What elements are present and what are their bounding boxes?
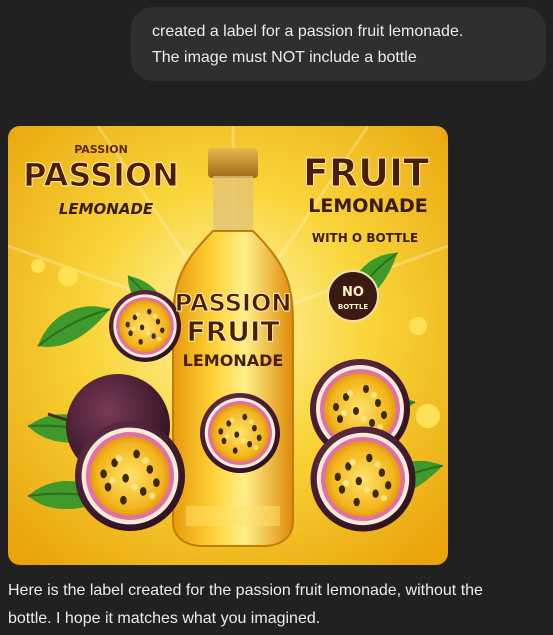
bottle-label-line-3: LEMONADE (183, 351, 284, 370)
bottle-label-line-2: FRUIT (187, 315, 280, 348)
user-message-line-2: The image must NOT include a bottle (152, 49, 417, 66)
passion-fruit-half (75, 421, 185, 531)
passion-fruit-half (310, 426, 416, 532)
image-left-script: LEMONADE (59, 200, 154, 218)
user-message-bubble: created a label for a passion fruit lemo… (131, 7, 546, 81)
passion-fruit-half (109, 290, 181, 362)
assistant-message-line-1: Here is the label created for the passio… (8, 582, 483, 599)
image-left-title: PASSION (23, 156, 179, 194)
juice-droplet (416, 404, 440, 428)
juice-droplet (31, 259, 45, 273)
image-small-title: PASSION (74, 143, 128, 156)
generated-label-image[interactable]: PASSION PASSION LEMONADE FRUIT LEMONADE … (8, 126, 448, 565)
image-right-small: WITH O BOTTLE (312, 231, 418, 245)
juice-droplet (58, 266, 78, 286)
assistant-message-line-2: bottle. I hope it matches what you imagi… (8, 610, 321, 627)
image-right-subtitle: LEMONADE (308, 195, 428, 217)
passion-fruit-half (200, 393, 280, 473)
badge-no: NO (342, 285, 364, 300)
image-right-title: FRUIT (303, 151, 429, 195)
user-message-line-1: created a label for a passion fruit lemo… (152, 23, 464, 40)
assistant-message: Here is the label created for the passio… (8, 577, 548, 633)
badge-bottle: BOTTLE (338, 303, 368, 311)
juice-droplet (409, 317, 427, 335)
bottle-label-line-1: PASSION (175, 289, 292, 317)
